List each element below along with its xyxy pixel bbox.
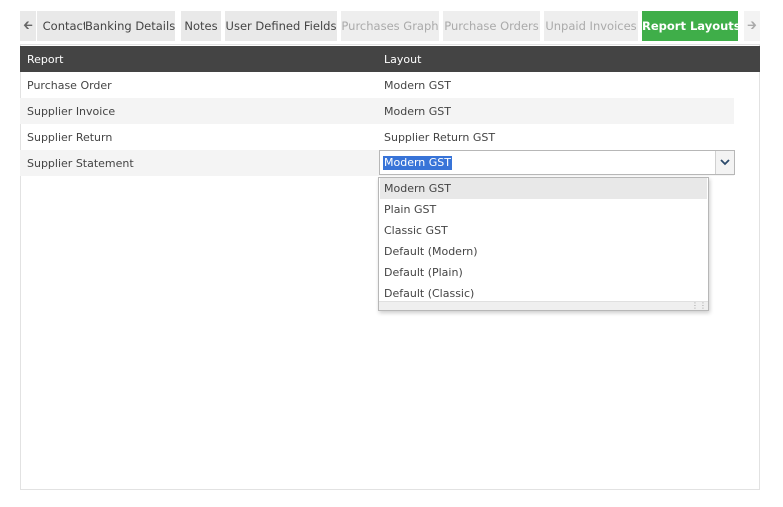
table-row[interactable]: Supplier Invoice Modern GST <box>20 98 734 124</box>
tab-label: User Defined Fields <box>225 19 337 33</box>
table-row[interactable]: Supplier Return Supplier Return GST <box>20 124 734 150</box>
select-dropdown-button[interactable] <box>715 151 734 174</box>
tab-label: Banking Details <box>85 19 175 33</box>
tab-user-defined-fields[interactable]: User Defined Fields <box>225 11 337 41</box>
tab-label: Unpaid Invoices <box>545 19 637 33</box>
arrow-left-icon: 🡰 <box>23 17 33 32</box>
tab-label: Purchases Graph <box>341 19 439 33</box>
dropdown-option[interactable]: Default (Plain) <box>380 262 707 283</box>
layout-dropdown-list: Modern GST Plain GST Classic GST Default… <box>378 177 709 311</box>
column-header-report: Report <box>27 53 64 66</box>
report-cell: Supplier Statement <box>27 157 134 170</box>
table-header: Report Layout <box>20 46 760 72</box>
report-cell: Supplier Invoice <box>27 105 116 118</box>
layout-cell: Modern GST <box>384 105 451 118</box>
tab-label: Purchase Orders <box>444 19 539 33</box>
dropdown-option[interactable]: Modern GST <box>380 178 707 199</box>
tab-scroll-left-button[interactable]: 🡰 <box>20 11 36 41</box>
table-row[interactable]: Purchase Order Modern GST <box>20 72 734 98</box>
tab-strip: 🡰 Contacts Banking Details Notes User De… <box>20 11 760 42</box>
resize-grip-icon: ⋮⋮ <box>691 301 707 310</box>
tab-scroll-right-button[interactable]: 🡲 <box>744 11 760 41</box>
dropdown-option[interactable]: Plain GST <box>380 199 707 220</box>
tab-purchase-orders[interactable]: Purchase Orders <box>443 11 540 41</box>
column-header-layout: Layout <box>384 53 422 66</box>
tab-notes[interactable]: Notes <box>181 11 221 41</box>
layout-select[interactable]: Modern GST <box>379 150 735 175</box>
tab-purchases-graph[interactable]: Purchases Graph <box>341 11 439 41</box>
report-cell: Supplier Return <box>27 131 113 144</box>
dropdown-option[interactable]: Default (Modern) <box>380 241 707 262</box>
tab-label: Notes <box>184 19 218 33</box>
tab-report-layouts[interactable]: Report Layouts <box>642 11 738 41</box>
tab-label: Report Layouts <box>642 19 738 33</box>
layout-cell: Modern GST <box>384 79 451 92</box>
layout-select-value: Modern GST <box>383 156 452 170</box>
tab-unpaid-invoices[interactable]: Unpaid Invoices <box>544 11 638 41</box>
chevron-down-icon <box>720 159 730 166</box>
layout-cell: Supplier Return GST <box>384 131 496 144</box>
tab-banking-details[interactable]: Banking Details <box>85 11 175 41</box>
report-cell: Purchase Order <box>27 79 112 92</box>
arrow-right-icon: 🡲 <box>747 17 757 32</box>
dropdown-option[interactable]: Classic GST <box>380 220 707 241</box>
dropdown-resize-bar[interactable]: ⋮⋮ <box>379 301 708 310</box>
